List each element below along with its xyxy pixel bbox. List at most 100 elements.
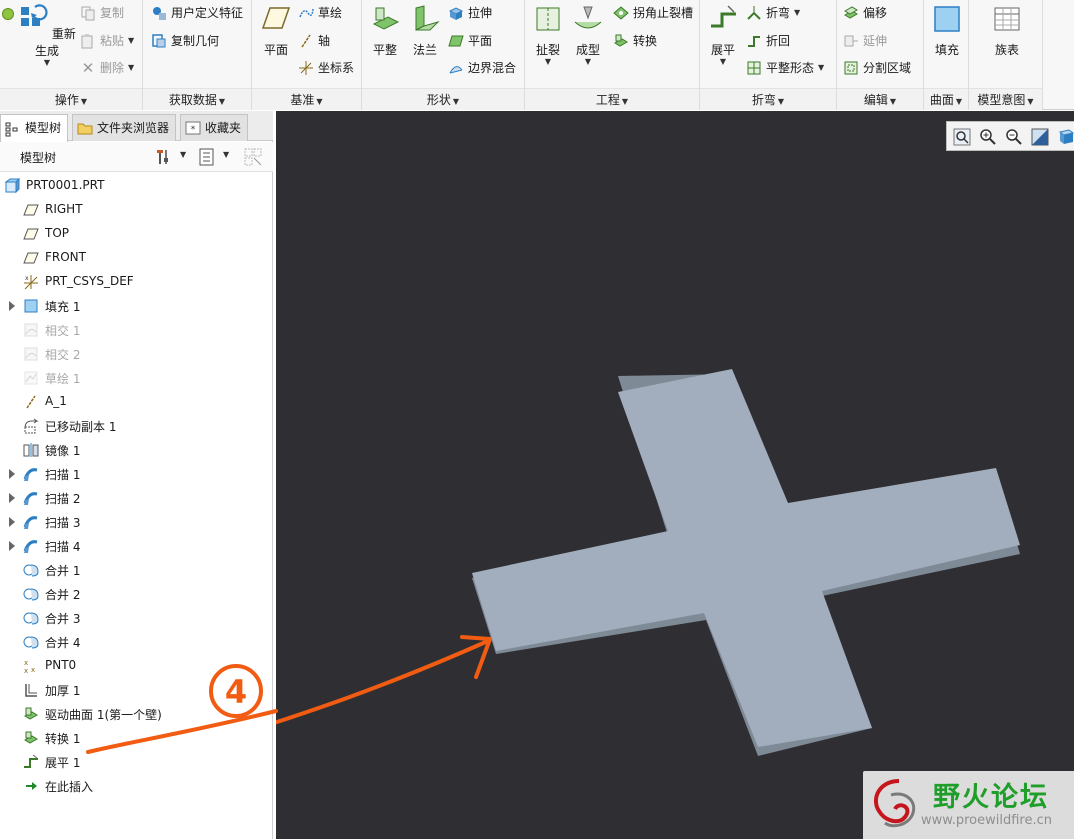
- tree-settings-dropdown-icon[interactable]: ▼: [180, 150, 186, 159]
- tree-item[interactable]: 扫描 4: [0, 534, 273, 558]
- unbend-dropdown-icon[interactable]: ▼: [704, 58, 742, 66]
- delete-button[interactable]: ✕ 删除 ▼: [80, 57, 134, 79]
- corner-relief-button[interactable]: 拐角止裂槽: [613, 2, 693, 24]
- tree-item-label: 展平 1: [45, 756, 81, 770]
- copy-geometry-button[interactable]: 复制几何: [151, 30, 219, 52]
- boundary-blend-button[interactable]: 边界混合: [448, 57, 516, 79]
- paste-dropdown-icon[interactable]: ▼: [128, 30, 134, 52]
- regenerate-dropdown-icon[interactable]: ▼: [18, 59, 76, 67]
- tree-item[interactable]: 已移动副本 1: [0, 414, 273, 438]
- convert-icon: [614, 34, 628, 47]
- planar-icon: [372, 7, 400, 30]
- tree-item[interactable]: 合并 4: [0, 630, 273, 654]
- tree-item[interactable]: x PRT_CSYS_DEF: [0, 270, 273, 294]
- expand-arrow-icon[interactable]: [9, 469, 15, 479]
- tree-item[interactable]: PRT0001.PRT: [0, 174, 273, 198]
- flange-button[interactable]: 法兰: [406, 4, 444, 58]
- tree-item[interactable]: 扫描 2: [0, 486, 273, 510]
- group-label-datum[interactable]: 基准 ▼: [252, 88, 361, 110]
- group-label-shapes[interactable]: 形状 ▼: [362, 88, 524, 110]
- tree-item[interactable]: 相交 2: [0, 342, 273, 366]
- tree-item[interactable]: 驱动曲面 1(第一个壁): [0, 702, 273, 726]
- tree-item[interactable]: 草绘 1: [0, 366, 273, 390]
- copy-button[interactable]: 复制: [80, 2, 124, 24]
- flat-state-button[interactable]: 平整形态 ▼: [746, 57, 824, 79]
- group-label-operations[interactable]: 操作 ▼: [0, 88, 142, 110]
- tree-item-label: 合并 1: [45, 564, 81, 578]
- tree-item[interactable]: 合并 2: [0, 582, 273, 606]
- regenerate-button[interactable]: 重新生成 ▼: [18, 4, 76, 67]
- tree-item[interactable]: 扫描 1: [0, 462, 273, 486]
- bend-dropdown-icon[interactable]: ▼: [794, 2, 800, 24]
- group-label-model-intent[interactable]: 模型意图 ▼: [969, 88, 1042, 110]
- axis-label: 轴: [318, 34, 331, 48]
- flat-state-dropdown-icon[interactable]: ▼: [818, 57, 824, 79]
- flattened-sheet-metal-part[interactable]: [472, 369, 1020, 756]
- tree-item[interactable]: x x x PNT0: [0, 654, 273, 678]
- tab-favorites[interactable]: * 收藏夹: [180, 114, 249, 141]
- convert-button[interactable]: 转换: [613, 30, 657, 52]
- tree-item[interactable]: FRONT: [0, 246, 273, 270]
- expand-arrow-icon[interactable]: [9, 517, 15, 527]
- thicken-icon: [25, 684, 37, 697]
- axis-button[interactable]: 轴: [298, 30, 330, 52]
- extrude-button[interactable]: 拉伸: [448, 2, 492, 24]
- form-dropdown-icon[interactable]: ▼: [569, 58, 607, 66]
- delete-dropdown-icon[interactable]: ▼: [128, 57, 134, 79]
- offset-button[interactable]: 偏移: [843, 2, 887, 24]
- tree-item[interactable]: 扫描 3: [0, 510, 273, 534]
- tree-item[interactable]: 转换 1: [0, 726, 273, 750]
- show-options-icon[interactable]: [198, 148, 216, 166]
- regenerate-icon: [21, 4, 48, 26]
- group-label-editing[interactable]: 编辑 ▼: [837, 88, 923, 110]
- show-options-dropdown-icon[interactable]: ▼: [223, 150, 229, 159]
- editing-label: 编辑: [863, 93, 888, 107]
- flat-button[interactable]: 平面: [448, 30, 492, 52]
- tree-settings-icon[interactable]: [155, 148, 173, 166]
- tree-item[interactable]: 相交 1: [0, 318, 273, 342]
- group-label-surfaces[interactable]: 曲面 ▼: [924, 88, 968, 110]
- paste-button[interactable]: 粘贴 ▼: [80, 30, 134, 52]
- tab-model-tree[interactable]: 模型树: [0, 114, 69, 142]
- group-label-get-data[interactable]: 获取数据 ▼: [143, 88, 251, 110]
- tree-item[interactable]: 加厚 1: [0, 678, 273, 702]
- tree-item-label: PNT0: [45, 658, 77, 672]
- split-area-button[interactable]: 分割区域: [843, 57, 911, 79]
- expand-arrow-icon[interactable]: [9, 301, 15, 311]
- delete-label: 删除: [100, 61, 125, 75]
- unbend-button[interactable]: 展平 ▼: [704, 4, 742, 66]
- planar-button[interactable]: 平整: [366, 4, 404, 58]
- tree-item-label: 扫描 2: [45, 492, 81, 506]
- csys-button[interactable]: 坐标系: [298, 57, 354, 79]
- tree-item-label: 草绘 1: [45, 372, 81, 386]
- sketch-button[interactable]: 草绘: [298, 2, 342, 24]
- udf-button[interactable]: 用户定义特征: [151, 2, 243, 24]
- group-label-bends[interactable]: 折弯 ▼: [700, 88, 836, 110]
- family-table-button[interactable]: 族表: [987, 4, 1027, 58]
- bend-button[interactable]: 折弯 ▼: [746, 2, 800, 24]
- mirror-icon: [23, 443, 39, 457]
- tree-item[interactable]: 展平 1: [0, 750, 273, 774]
- datum-plane-button[interactable]: 平面: [258, 4, 294, 58]
- tree-item[interactable]: 合并 1: [0, 558, 273, 582]
- folder-icon: [77, 123, 93, 135]
- graphics-viewport[interactable]: [276, 111, 1074, 839]
- group-label-engineering[interactable]: 工程 ▼: [525, 88, 699, 110]
- rip-button[interactable]: 扯裂 ▼: [529, 4, 567, 66]
- expand-arrow-icon[interactable]: [9, 493, 15, 503]
- form-button[interactable]: 成型 ▼: [569, 4, 607, 66]
- tree-item[interactable]: A_1: [0, 390, 273, 414]
- tab-folder-browser[interactable]: 文件夹浏览器: [72, 114, 177, 141]
- fill-button[interactable]: 填充: [927, 4, 967, 58]
- tree-item[interactable]: 合并 3: [0, 606, 273, 630]
- extend-button[interactable]: 延伸: [843, 30, 887, 52]
- bend-back-button[interactable]: 折回: [746, 30, 790, 52]
- tree-item[interactable]: TOP: [0, 222, 273, 246]
- rip-dropdown-icon[interactable]: ▼: [529, 58, 567, 66]
- tree-filter-icon[interactable]: [244, 148, 262, 166]
- tree-item[interactable]: 在此插入: [0, 774, 273, 798]
- expand-arrow-icon[interactable]: [9, 541, 15, 551]
- tree-item[interactable]: RIGHT: [0, 198, 273, 222]
- tree-item[interactable]: 镜像 1: [0, 438, 273, 462]
- tree-item[interactable]: 填充 1: [0, 294, 273, 318]
